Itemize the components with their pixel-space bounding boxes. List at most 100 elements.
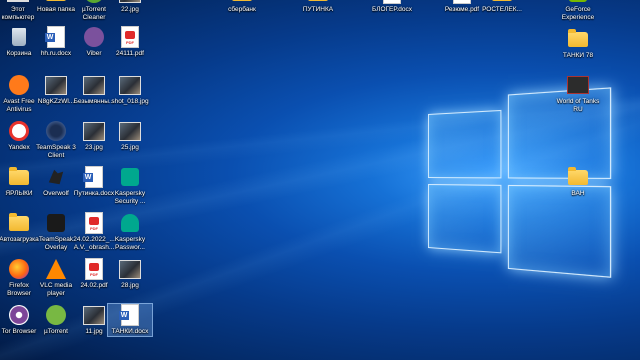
image-file-icon-shape — [119, 122, 141, 141]
word-document-icon-shape: W — [121, 304, 139, 326]
word-document-icon-shape: W — [85, 166, 103, 188]
geforce-icon-shape — [569, 0, 587, 2]
desktop-shortcut[interactable]: World of Tanks RU — [556, 74, 600, 113]
desktop-shortcut[interactable]: ПУТИНКА — [296, 0, 340, 14]
desktop-shortcut-label: Kaspersky Passwor... — [108, 236, 152, 251]
desktop-shortcut[interactable]: 22.jpg — [108, 0, 152, 14]
viber-icon-shape — [84, 27, 104, 47]
desktop-shortcut-label: сбербанк — [220, 6, 264, 14]
viber-icon — [83, 26, 105, 48]
pdf-file-icon: PDF — [451, 0, 473, 4]
image-file-icon — [119, 120, 141, 142]
word-document-icon-shape: W — [383, 0, 401, 4]
yandex-browser-icon — [8, 120, 30, 142]
folder-icon — [8, 166, 30, 188]
vlc-icon — [45, 258, 67, 280]
pdf-file-icon: PDF — [83, 212, 105, 234]
desktop-shortcut[interactable]: 25.jpg — [108, 120, 152, 152]
overwolf-icon — [45, 166, 67, 188]
desktop-shortcut-label: 24111.pdf — [108, 50, 152, 58]
utorrent-icon-shape — [46, 305, 66, 325]
desktop-shortcut[interactable]: PDF 24111.pdf — [108, 26, 152, 58]
desktop-shortcut-label: 28.jpg — [108, 282, 152, 290]
this-pc-icon-shape — [7, 0, 29, 2]
word-document-icon: W — [119, 304, 141, 326]
desktop-shortcut[interactable]: сбербанк — [220, 0, 264, 14]
word-document-icon-shape: W — [47, 26, 65, 48]
folder-icon-shape — [568, 170, 588, 185]
desktop-shortcut[interactable]: 28.jpg — [108, 258, 152, 290]
recycle-bin-icon-shape — [12, 28, 26, 46]
desktop-shortcut[interactable]: ТАНКИ 78 — [556, 28, 600, 60]
avast-icon-shape — [9, 75, 29, 95]
desktop-shortcut[interactable]: W ТАНКИ.docx — [108, 304, 152, 336]
desktop-shortcut-label: ПУТИНКА — [296, 6, 340, 14]
overwolf-icon-shape — [47, 168, 65, 186]
desktop-shortcut-label: 22.jpg — [108, 6, 152, 14]
desktop-shortcut-label: ТАНКИ.docx — [108, 328, 152, 336]
folder-icon — [307, 0, 329, 4]
windows-logo-pane-bl — [428, 184, 501, 253]
pdf-file-icon-shape: PDF — [453, 0, 471, 4]
folder-icon-shape — [232, 0, 252, 1]
pdf-file-icon-shape: PDF — [85, 258, 103, 280]
desktop-shortcut[interactable]: Kaspersky Security ... — [108, 166, 152, 205]
avast-icon — [8, 74, 30, 96]
world-of-tanks-icon-shape — [567, 76, 589, 94]
image-file-icon — [83, 74, 105, 96]
teamspeak-icon — [45, 120, 67, 142]
pdf-file-icon: PDF — [119, 26, 141, 48]
tor-browser-icon-shape — [9, 305, 29, 325]
vlc-icon-shape — [46, 259, 66, 279]
utorrent-cleaner-icon — [83, 0, 105, 4]
yandex-browser-icon-shape — [9, 121, 29, 141]
folder-icon-shape — [308, 0, 328, 1]
desktop-shortcut-label: Резюме.pdf — [440, 6, 484, 14]
utorrent-icon — [45, 304, 67, 326]
image-file-icon — [119, 258, 141, 280]
image-file-icon — [45, 74, 67, 96]
folder-icon-shape — [492, 0, 512, 1]
desktop-shortcut-label: ВАН — [556, 190, 600, 198]
image-file-icon-shape — [119, 76, 141, 95]
desktop-shortcut-label: БЛОГЕР.docx — [370, 6, 414, 14]
pdf-file-icon: PDF — [83, 258, 105, 280]
folder-icon — [231, 0, 253, 4]
desktop-shortcut[interactable]: Kaspersky Passwor... — [108, 212, 152, 251]
image-file-icon-shape — [119, 260, 141, 279]
image-file-icon — [83, 120, 105, 142]
desktop-shortcut-label: GeForce Experience — [556, 6, 600, 21]
this-pc-icon — [7, 0, 29, 4]
desktop-shortcut[interactable]: W БЛОГЕР.docx — [370, 0, 414, 14]
kaspersky-icon — [119, 166, 141, 188]
folder-icon — [567, 28, 589, 50]
folder-icon — [567, 166, 589, 188]
desktop-shortcut-label: World of Tanks RU — [556, 98, 600, 113]
kaspersky-password-icon-shape — [121, 214, 139, 232]
recycle-bin-icon — [8, 26, 30, 48]
image-file-icon-shape — [119, 0, 141, 3]
desktop-shortcut-label: ТАНКИ 78 — [556, 52, 600, 60]
word-document-icon: W — [83, 166, 105, 188]
folder-icon-shape — [9, 170, 29, 185]
desktop-shortcut[interactable]: РОСТЕЛЕК... — [480, 0, 524, 14]
image-file-icon — [119, 74, 141, 96]
tor-browser-icon — [8, 304, 30, 326]
desktop-shortcut[interactable]: shot_018.jpg — [108, 74, 152, 106]
folder-icon-shape — [46, 0, 66, 1]
word-document-icon: W — [381, 0, 403, 4]
kaspersky-icon-shape — [121, 168, 139, 186]
desktop-shortcut[interactable]: GeForce Experience — [556, 0, 600, 21]
word-document-icon: W — [45, 26, 67, 48]
image-file-icon-shape — [83, 76, 105, 95]
desktop-shortcut-label: Kaspersky Security ... — [108, 190, 152, 205]
desktop-shortcut-label: 25.jpg — [108, 144, 152, 152]
folder-icon — [8, 212, 30, 234]
desktop-shortcut[interactable]: PDF Резюме.pdf — [440, 0, 484, 14]
desktop-shortcut[interactable]: ВАН — [556, 166, 600, 198]
folder-icon — [491, 0, 513, 4]
desktop-shortcut-label: РОСТЕЛЕК... — [480, 6, 524, 14]
windows-logo-pane-br — [508, 185, 611, 278]
image-file-icon — [119, 0, 141, 4]
pdf-file-icon-shape: PDF — [85, 212, 103, 234]
